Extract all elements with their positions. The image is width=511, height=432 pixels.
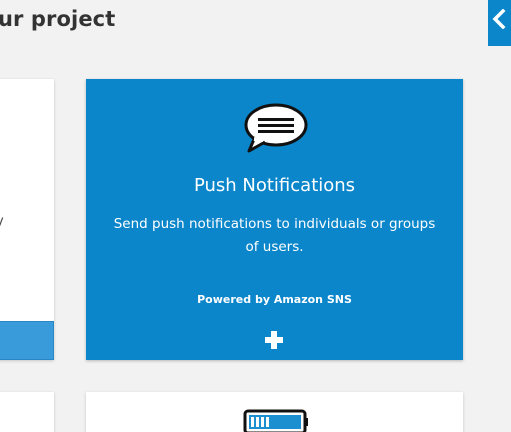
battery-icon [243, 408, 309, 432]
card-description-fragment: y [0, 214, 4, 229]
chat-bubble-icon [241, 101, 311, 157]
card-action-button[interactable] [0, 321, 54, 360]
page: ur project y Push Notifications Send pus… [0, 0, 511, 432]
powered-by-label: Powered by Amazon SNS [197, 293, 352, 306]
page-title: ur project [0, 7, 116, 31]
feature-card-partial-bottom [0, 392, 54, 432]
sidebar-toggle-button[interactable] [488, 0, 511, 46]
chevron-left-icon [492, 9, 506, 29]
feature-card-bottom [86, 392, 463, 432]
feature-card-partial: y [0, 79, 54, 360]
plus-icon [265, 331, 283, 349]
card-description: Send push notifications to individuals o… [113, 216, 436, 255]
card-title: Push Notifications [193, 175, 356, 196]
push-notifications-card[interactable]: Push Notifications Send push notificatio… [86, 79, 463, 360]
add-feature-button[interactable] [263, 329, 285, 351]
